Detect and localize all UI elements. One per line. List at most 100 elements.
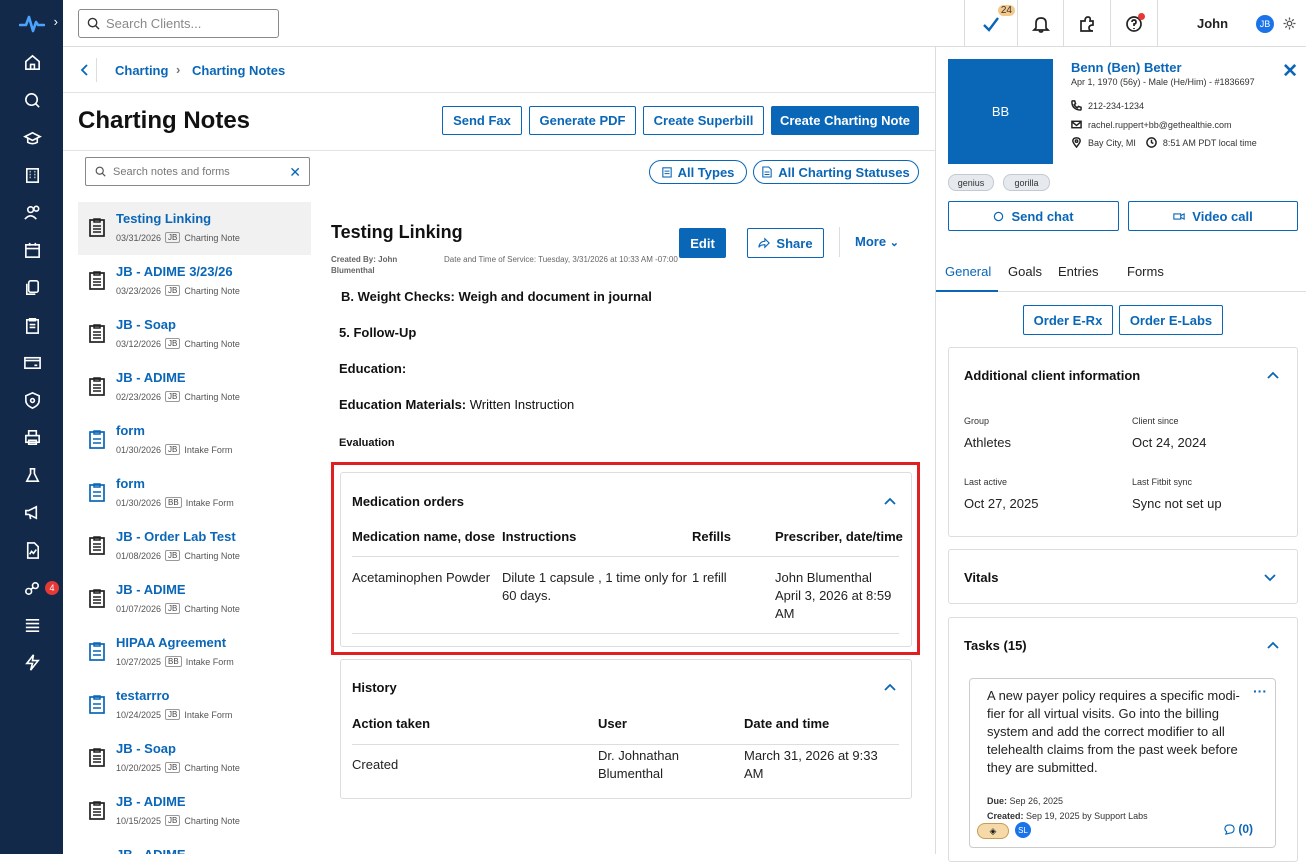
tab-entries[interactable]: Entries: [1058, 264, 1098, 279]
client-location: Bay City, MI 8:51 AM PDT local time: [1071, 137, 1257, 148]
help-button[interactable]: [1110, 0, 1157, 47]
user-menu[interactable]: John JB: [1157, 0, 1306, 47]
note-list-item[interactable]: JB - ADIME 02/23/2026 JB Charting Note: [78, 361, 311, 414]
labs-icon[interactable]: [22, 465, 42, 485]
chat-icon[interactable]: [22, 90, 42, 110]
expand-vitals-icon[interactable]: [1263, 572, 1277, 582]
reports-icon[interactable]: [22, 540, 42, 560]
share-button[interactable]: Share: [747, 228, 824, 258]
close-panel-icon[interactable]: ✕: [1282, 60, 1298, 83]
home-icon[interactable]: [22, 52, 42, 72]
note-list-initials: JB: [165, 603, 181, 614]
hist-col-datetime: Date and time: [744, 716, 830, 731]
app-logo[interactable]: ›: [0, 0, 63, 47]
client-search-input[interactable]: Search Clients...: [78, 9, 279, 38]
evaluation-heading: Evaluation: [339, 437, 395, 449]
create-superbill-button[interactable]: Create Superbill: [643, 106, 764, 135]
insurance-icon[interactable]: [22, 390, 42, 410]
client-since-label: Client since: [1132, 416, 1179, 426]
note-list-item[interactable]: form 01/30/2026 BB Intake Form: [78, 467, 311, 520]
intake-form-icon: [88, 482, 106, 502]
video-call-button[interactable]: Video call: [1128, 201, 1298, 231]
client-search-placeholder: Search Clients...: [106, 16, 202, 31]
automations-icon[interactable]: [22, 652, 42, 672]
extensions-button[interactable]: [1063, 0, 1110, 47]
edit-button[interactable]: Edit: [679, 228, 726, 258]
documents-icon[interactable]: [22, 277, 42, 297]
calendar-icon[interactable]: [22, 240, 42, 260]
note-list-item[interactable]: JB - ADIME 01/07/2026 JB Charting Note: [78, 573, 311, 626]
note-list-item[interactable]: JB - ADIME 10/15/2025 JB Charting Note: [78, 785, 311, 838]
note-list-item[interactable]: form 01/30/2026 JB Intake Form: [78, 414, 311, 467]
note-list-type: Intake Form: [185, 656, 234, 667]
billing-icon[interactable]: [22, 352, 42, 372]
notes-search-input[interactable]: Search notes and forms ✕: [85, 157, 310, 186]
order-erx-button[interactable]: Order E-Rx: [1023, 305, 1113, 335]
vitals-card[interactable]: [948, 549, 1298, 604]
note-list-item[interactable]: JB - ADIME 3/23/26 03/23/2026 JB Charting N…: [78, 255, 311, 308]
priority-icon[interactable]: ◈: [977, 823, 1009, 839]
tab-goals[interactable]: Goals: [1008, 264, 1042, 279]
note-list-item[interactable]: testarrro 10/24/2025 JB Intake Form: [78, 679, 311, 732]
task-menu-icon[interactable]: ···: [1253, 683, 1267, 699]
marketing-icon[interactable]: [22, 502, 42, 522]
print-icon[interactable]: [22, 427, 42, 447]
note-list-date: 10/27/2025: [116, 656, 162, 667]
organization-icon[interactable]: [22, 165, 42, 185]
expand-nav-icon[interactable]: ›: [54, 14, 58, 29]
breadcrumb-charting-notes[interactable]: Charting Notes: [192, 63, 285, 78]
note-list-item[interactable]: Testing Linking 03/31/2026 JB Charting Note: [78, 202, 311, 255]
list-icon[interactable]: [22, 615, 42, 635]
user-avatar: JB: [1256, 14, 1275, 33]
create-charting-note-button[interactable]: Create Charting Note: [771, 106, 919, 135]
bell-icon: [1031, 16, 1050, 33]
document-icon: [762, 166, 772, 178]
breadcrumb-charting[interactable]: Charting: [115, 63, 168, 78]
note-list-date: 01/30/2026: [116, 444, 162, 455]
client-name[interactable]: Benn (Ben) Better: [1071, 60, 1182, 75]
note-list-date: 01/07/2026: [116, 603, 162, 614]
clients-icon[interactable]: [22, 202, 42, 222]
tab-forms[interactable]: Forms: [1127, 264, 1164, 279]
note-list-meta: 03/23/2026 JB Charting Note: [116, 285, 240, 296]
charting-icon[interactable]: [22, 315, 42, 335]
notifications-button[interactable]: [1017, 0, 1063, 47]
order-elabs-button[interactable]: Order E-Labs: [1119, 305, 1223, 335]
more-menu[interactable]: More ⌄: [855, 234, 899, 249]
send-fax-button[interactable]: Send Fax: [442, 106, 522, 135]
task-item[interactable]: A new payer policy requires a specific m…: [969, 678, 1276, 848]
tab-general[interactable]: General: [945, 264, 991, 279]
collapse-tasks-icon[interactable]: [1266, 640, 1280, 650]
tag-genius[interactable]: genius: [948, 174, 994, 191]
integrations-icon[interactable]: [22, 578, 42, 598]
note-list-item[interactable]: JB - Soap 03/12/2026 JB Charting Note: [78, 308, 311, 361]
note-list-item[interactable]: HIPAA Agreement 10/27/2025 BB Intake Form: [78, 626, 311, 679]
search-icon: [87, 17, 100, 30]
nav-badge: 4: [45, 581, 59, 595]
clear-search-icon[interactable]: ✕: [289, 164, 301, 181]
share-label: Share: [776, 235, 813, 251]
note-created-by: Created By: John Blumenthal: [331, 255, 398, 275]
main-panel: Charting › Charting Notes Charting Notes…: [63, 47, 935, 854]
generate-pdf-button[interactable]: Generate PDF: [529, 106, 636, 135]
clipboard-icon: [661, 167, 672, 178]
tasks-button[interactable]: 24: [964, 0, 1017, 47]
note-list-type: Charting Note: [184, 285, 240, 296]
back-icon[interactable]: [75, 62, 95, 78]
breadcrumb-separator: ›: [176, 62, 181, 77]
note-list-initials: JB: [165, 815, 181, 826]
tag-gorilla[interactable]: gorilla: [1003, 174, 1050, 191]
all-types-filter[interactable]: All Types: [649, 160, 747, 184]
collapse-additional-icon[interactable]: [1266, 370, 1280, 380]
note-list-initials: JB: [165, 285, 181, 296]
charting-note-icon: [88, 217, 106, 237]
send-chat-button[interactable]: Send chat: [948, 201, 1119, 231]
note-list-item[interactable]: JB - Soap 10/20/2025 JB Charting Note: [78, 732, 311, 785]
collapse-history-icon[interactable]: [883, 682, 897, 692]
education-icon[interactable]: [22, 128, 42, 148]
all-statuses-filter[interactable]: All Charting Statuses: [753, 160, 919, 184]
note-list-item[interactable]: JB - ADIME: [78, 838, 311, 854]
note-list-item[interactable]: JB - Order Lab Test 01/08/2026 JB Charting …: [78, 520, 311, 573]
task-comments[interactable]: (0): [1224, 822, 1253, 836]
gear-icon[interactable]: [1282, 16, 1297, 31]
